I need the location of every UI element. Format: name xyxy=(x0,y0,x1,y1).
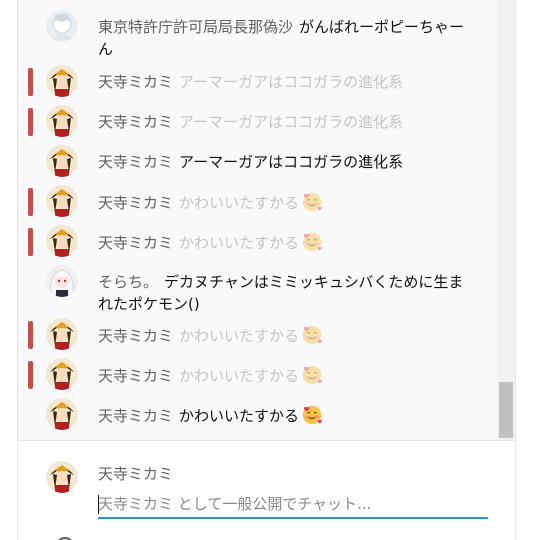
author-name[interactable]: 天寺ミカミ xyxy=(98,194,173,212)
avatar[interactable] xyxy=(46,145,78,177)
avatar xyxy=(46,461,78,493)
author-name[interactable]: 天寺ミカミ xyxy=(98,367,173,385)
input-author-name: 天寺ミカミ xyxy=(98,465,174,483)
avatar[interactable] xyxy=(46,10,78,42)
live-chat-panel: 東京特許庁許可局局長那偽沙 がんばれーポピーちゃーん 天寺ミカミ アーマーガアはココ… xyxy=(17,0,516,540)
avatar[interactable] xyxy=(46,105,78,137)
message-text-block: 天寺ミカミ アーマーガアはココガラの進化系 xyxy=(98,111,473,133)
scrollbar-thumb[interactable] xyxy=(499,382,513,438)
message-content: アーマーガアはココガラの進化系 xyxy=(179,113,404,131)
author-name[interactable]: そらち。 xyxy=(98,273,158,291)
smiling-face-with-hearts-icon xyxy=(302,232,322,252)
avatar[interactable] xyxy=(46,65,78,97)
message-content: かわいいたすかる xyxy=(179,194,300,212)
message-text-block: 東京特許庁許可局局長那偽沙 がんばれーポピーちゃーん xyxy=(98,16,473,60)
smiling-face-with-hearts-icon xyxy=(302,405,322,425)
author-name[interactable]: 天寺ミカミ xyxy=(98,327,173,345)
author-name[interactable]: 天寺ミカミ xyxy=(98,234,173,252)
message-content: アーマーガアはココガラの進化系 xyxy=(179,73,404,91)
author-name[interactable]: 東京特許庁許可局局長那偽沙 xyxy=(98,18,293,36)
avatar[interactable] xyxy=(46,225,78,257)
author-name[interactable]: 天寺ミカミ xyxy=(98,407,173,425)
message-content: アーマーガアはココガラの進化系 xyxy=(179,153,404,171)
deleted-marker xyxy=(28,68,33,96)
avatar[interactable] xyxy=(46,318,78,350)
message-text-block: 天寺ミカミ かわいいたすかる xyxy=(98,324,473,347)
message-content: かわいいたすかる xyxy=(179,327,300,345)
message-content: かわいいたすかる xyxy=(179,407,300,425)
deleted-marker xyxy=(28,228,33,256)
chat-input-area: 天寺ミカミ xyxy=(18,440,515,540)
message-text-block: 天寺ミカミ かわいいたすかる xyxy=(98,404,473,427)
avatar[interactable] xyxy=(46,185,78,217)
message-text-block: そらち。 デカヌチャンはミミッキュシバくために生まれたポケモン() xyxy=(98,271,473,315)
message-text-block: 天寺ミカミ かわいいたすかる xyxy=(98,191,473,214)
chat-message-input[interactable] xyxy=(98,491,488,519)
avatar[interactable] xyxy=(46,398,78,430)
chat-message-list[interactable]: 東京特許庁許可局局長那偽沙 がんばれーポピーちゃーん 天寺ミカミ アーマーガアはココ… xyxy=(18,0,499,440)
message-content: かわいいたすかる xyxy=(179,234,300,252)
chat-scrollbar[interactable] xyxy=(497,0,515,440)
author-name[interactable]: 天寺ミカミ xyxy=(98,113,173,131)
deleted-marker xyxy=(28,188,33,216)
smiling-face-with-hearts-icon xyxy=(302,325,322,345)
deleted-marker xyxy=(28,108,33,136)
message-text-block: 天寺ミカミ かわいいたすかる xyxy=(98,364,473,387)
deleted-marker xyxy=(28,361,33,389)
avatar[interactable] xyxy=(46,265,78,297)
smiling-face-with-hearts-icon xyxy=(302,365,322,385)
message-content: かわいいたすかる xyxy=(179,367,300,385)
message-text-block: 天寺ミカミ かわいいたすかる xyxy=(98,231,473,254)
deleted-marker xyxy=(28,321,33,349)
message-text-block: 天寺ミカミ アーマーガアはココガラの進化系 xyxy=(98,151,473,173)
avatar[interactable] xyxy=(46,358,78,390)
author-name[interactable]: 天寺ミカミ xyxy=(98,153,173,171)
author-name[interactable]: 天寺ミカミ xyxy=(98,73,173,91)
message-text-block: 天寺ミカミ アーマーガアはココガラの進化系 xyxy=(98,71,473,93)
text-caret xyxy=(98,495,99,514)
smiling-face-with-hearts-icon xyxy=(302,192,322,212)
